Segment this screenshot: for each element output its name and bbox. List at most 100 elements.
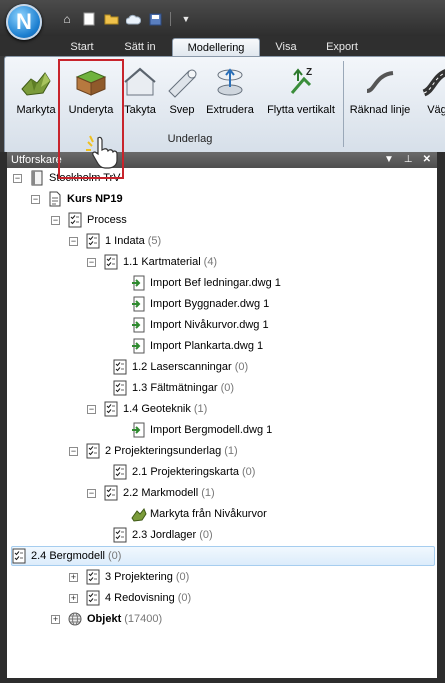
extrudera-label: Extrudera [206, 104, 254, 116]
globe-icon [68, 611, 82, 627]
collapse-toggle[interactable]: − [51, 215, 60, 225]
svep-button[interactable]: Svep [163, 63, 201, 127]
tree-item[interactable]: − 1 Indata (5) [69, 231, 161, 251]
checklist-icon [104, 401, 118, 417]
tree-item-count: (0) [220, 382, 235, 394]
vag-button[interactable]: Väg [417, 63, 445, 127]
sweep-icon [168, 69, 197, 98]
checklist-icon [86, 569, 100, 585]
checklist-icon [68, 212, 82, 228]
svep-label: Svep [169, 104, 195, 116]
tree-item[interactable]: − Kurs NP19 [31, 189, 123, 209]
tree-item-count: (0) [177, 592, 192, 604]
tree-item[interactable]: Import Plankarta.dwg 1 [131, 336, 263, 356]
tree-item-label: Import Plankarta.dwg 1 [150, 340, 264, 352]
markyta-button[interactable]: Markyta [13, 63, 59, 127]
tree-item-count: (17400) [124, 613, 163, 625]
tree-item-count: (4) [203, 256, 218, 268]
tree-item-label: 1.1 Kartmaterial [123, 256, 201, 268]
tree-item[interactable]: + Objekt (17400) [51, 609, 162, 629]
explorer-title: Utforskare [11, 154, 62, 166]
tree-item[interactable]: Import Nivåkurvor.dwg 1 [131, 315, 269, 335]
import-icon [131, 422, 145, 438]
raknad-linje-label: Räknad linje [349, 104, 411, 116]
tab-start[interactable]: Start [62, 38, 102, 56]
close-icon[interactable]: ✕ [423, 152, 431, 168]
collapse-toggle[interactable]: − [69, 236, 78, 246]
tree-item-label: 2.3 Jordlager [132, 529, 197, 541]
flytta-vertikalt-label: Flytta vertikalt [267, 104, 335, 116]
book-icon [30, 170, 44, 186]
tree-item[interactable]: − 1.1 Kartmaterial (4) [87, 252, 217, 272]
save-icon[interactable] [146, 10, 164, 28]
tab-visa[interactable]: Visa [268, 38, 304, 56]
takyta-button[interactable]: Takyta [119, 63, 161, 127]
tree-item-label: Import Nivåkurvor.dwg 1 [150, 319, 269, 331]
explorer-tree: − Stockholm TrV − Kurs NP19− Process −1 Indat… [7, 168, 437, 678]
tree-item[interactable]: − 2.2 Markmodell (1) [87, 483, 215, 503]
checklist-icon [104, 485, 118, 501]
tree-item[interactable]: 2.1 Projekteringskarta (0) [113, 462, 255, 482]
tree-item-label: Import Bergmodell.dwg 1 [150, 424, 273, 436]
tree-item[interactable]: 1.2 Laserscanningar (0) [113, 357, 248, 377]
dropdown-arrow-icon[interactable]: ▼ [177, 10, 195, 28]
tree-item[interactable]: +4 Redovisning (0) [69, 588, 191, 608]
import-icon [131, 275, 145, 291]
collapse-toggle[interactable]: − [87, 488, 96, 498]
checklist-icon [113, 464, 127, 480]
pin-icon[interactable]: ⊥ [404, 152, 413, 168]
expand-toggle[interactable]: + [69, 572, 78, 582]
tree-item[interactable]: − 1.4 Geoteknik (1) [87, 399, 207, 419]
collapse-toggle[interactable]: − [87, 257, 96, 267]
tree-item-count: (0) [234, 361, 249, 373]
tree-item[interactable]: Import Byggnader.dwg 1 [131, 294, 269, 314]
collapse-toggle[interactable]: − [87, 404, 96, 414]
tree-item-label: Process [87, 214, 127, 226]
tree-item-label: Kurs NP19 [67, 193, 123, 205]
collapse-toggle[interactable]: − [31, 194, 40, 204]
document-icon [48, 191, 62, 207]
application-menu-button[interactable]: N [6, 4, 42, 40]
tree-item[interactable]: − Process [51, 210, 127, 230]
cloud-icon[interactable] [124, 10, 142, 28]
tree-item-count: (0) [199, 529, 213, 541]
terrain-surface-icon [131, 506, 147, 522]
tree-item[interactable]: 2.3 Jordlager (0) [113, 525, 213, 545]
tab-modellering[interactable]: Modellering [172, 38, 260, 57]
collapse-toggle[interactable]: − [13, 173, 22, 183]
takyta-label: Takyta [124, 104, 156, 116]
tree-item-label: 1 Indata [105, 235, 145, 247]
tree-item[interactable]: − 2 Projekteringsunderlag (1) [69, 441, 238, 461]
extrude-icon [217, 68, 243, 96]
tree-item-label: Import Bef ledningar.dwg 1 [150, 277, 281, 289]
open-folder-icon[interactable] [102, 10, 120, 28]
new-file-icon[interactable] [80, 10, 98, 28]
expand-toggle[interactable]: + [69, 593, 78, 603]
expand-toggle[interactable]: + [51, 614, 60, 624]
tree-item[interactable]: +3 Projektering (0) [69, 567, 189, 587]
tree-item-count: (0) [108, 550, 122, 562]
ribbon-group-separator [343, 61, 344, 147]
tree-item[interactable]: Import Bergmodell.dwg 1 [131, 420, 272, 440]
home-icon[interactable]: ⌂ [58, 10, 76, 28]
tab-satt-in[interactable]: Sätt in [112, 38, 168, 56]
tree-item-label: Import Byggnader.dwg 1 [150, 298, 270, 310]
tree-item[interactable]: Markyta från Nivåkurvor [131, 504, 267, 524]
tree-item-label: Markyta från Nivåkurvor [150, 508, 267, 520]
flytta-vertikalt-button[interactable]: Z Flytta vertikalt [261, 63, 341, 127]
tree-item[interactable]: 2.4 Bergmodell (0) [11, 546, 435, 566]
tree-item-label: 2.2 Markmodell [123, 487, 199, 499]
calculated-line-icon [366, 71, 394, 93]
collapse-toggle[interactable]: − [69, 446, 78, 456]
raknad-linje-button[interactable]: Räknad linje [345, 63, 415, 127]
tree-item-count: (5) [147, 235, 162, 247]
checklist-icon [86, 590, 100, 606]
extrudera-button[interactable]: Extrudera [203, 63, 257, 127]
tree-item[interactable]: 1.3 Fältmätningar (0) [113, 378, 234, 398]
tab-export[interactable]: Export [318, 38, 366, 56]
terrain-surface-icon [21, 72, 51, 96]
checklist-icon [86, 443, 100, 459]
tree-item[interactable]: Import Bef ledningar.dwg 1 [131, 273, 281, 293]
checklist-icon [113, 380, 127, 396]
dropdown-arrow-icon[interactable]: ▼ [384, 152, 394, 168]
